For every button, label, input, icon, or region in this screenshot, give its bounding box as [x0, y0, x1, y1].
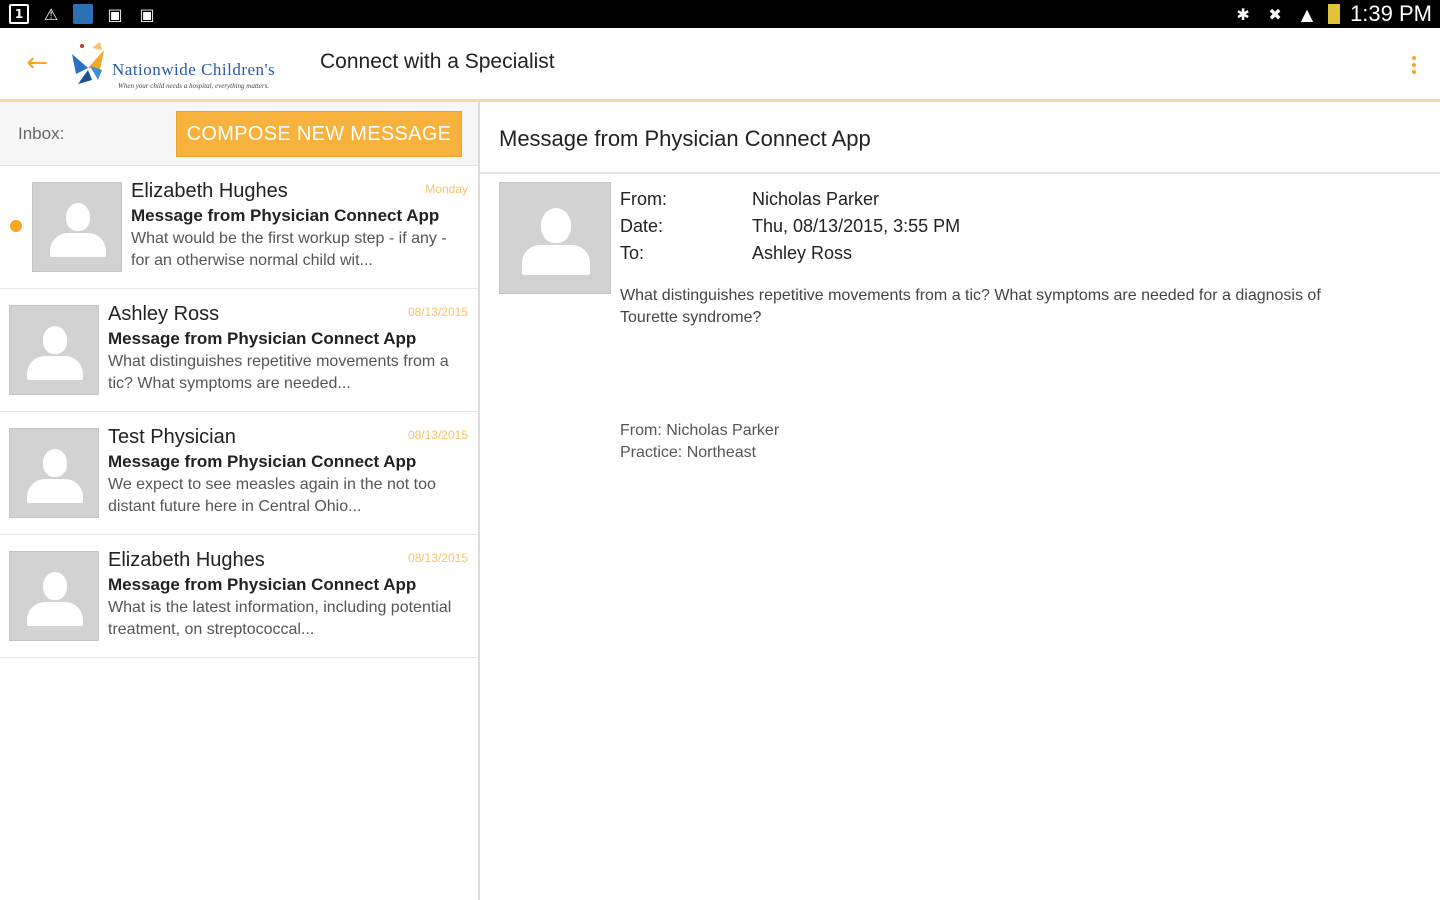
status-bar-system: ✱ ✖ ▲ 1:39 PM [1232, 0, 1432, 28]
message-subject: Message from Physician Connect App [108, 452, 417, 471]
from-row: From: Nicholas Parker [620, 186, 960, 213]
message-list-item[interactable]: Elizabeth Hughes Monday Message from Phy… [0, 166, 478, 289]
message-preview: What distinguishes repetitive movements … [108, 353, 449, 392]
status-bar-notifications: 1 ⚠ ▣ ▣ [8, 3, 158, 25]
warning-icon: ⚠ [43, 4, 59, 24]
message-preview: What is the latest information, includin… [108, 599, 452, 638]
message-sender: Elizabeth Hughes [131, 180, 288, 202]
to-value: Ashley Ross [752, 243, 853, 263]
message-list-item[interactable]: Ashley Ross 08/13/2015 Message from Phys… [0, 289, 478, 412]
status-bar: 1 ⚠ ▣ ▣ ✱ ✖ ▲ 1:39 PM [0, 0, 1440, 28]
logo-tagline: When your child needs a hospital, everyt… [118, 82, 270, 90]
mute-icon: ✖ [1268, 4, 1282, 24]
nationwide-childrens-logo: Nationwide Children's When your child ne… [66, 36, 310, 92]
camera-icon: ▣ [139, 4, 155, 24]
battery-icon [1328, 4, 1341, 24]
message-preview: What would be the first workup step - if… [131, 230, 447, 269]
message-date: 08/13/2015 [407, 551, 468, 565]
avatar [32, 182, 122, 272]
signature-from: From: Nicholas Parker [620, 422, 780, 439]
message-meta: From: Nicholas Parker Date: Thu, 08/13/2… [620, 186, 960, 267]
inbox-header: Inbox: COMPOSE NEW MESSAGE [0, 102, 478, 166]
notification-1-icon: 1 [8, 3, 30, 25]
back-arrow-icon[interactable]: ← [22, 48, 52, 78]
message-list: Elizabeth Hughes Monday Message from Phy… [0, 166, 478, 658]
overflow-menu-icon[interactable] [1402, 48, 1426, 82]
inbox-pane: Inbox: COMPOSE NEW MESSAGE Elizabeth Hug… [0, 102, 480, 900]
news-icon [72, 3, 94, 25]
signature-practice: Practice: Northeast [620, 444, 757, 461]
message-date: 08/13/2015 [407, 305, 468, 319]
message-detail-header: Message from Physician Connect App [480, 102, 1440, 174]
message-content: Elizabeth Hughes 08/13/2015 Message from… [108, 547, 468, 641]
message-content: Ashley Ross 08/13/2015 Message from Phys… [108, 301, 468, 395]
date-label: Date: [620, 216, 664, 236]
logo-text: Nationwide Children's [112, 60, 276, 79]
message-subject: Message from Physician Connect App [108, 329, 417, 348]
bluetooth-icon: ✱ [1236, 4, 1250, 24]
message-list-item[interactable]: Test Physician 08/13/2015 Message from P… [0, 412, 478, 535]
message-list-item[interactable]: Elizabeth Hughes 08/13/2015 Message from… [0, 535, 478, 658]
butterfly-logo-icon [72, 42, 104, 84]
message-preview: We expect to see measles again in the no… [108, 476, 436, 515]
unread-indicator [10, 220, 22, 232]
message-detail-title: Message from Physician Connect App [499, 126, 871, 151]
wifi-icon: ▲ [1300, 4, 1314, 24]
avatar [9, 305, 99, 395]
date-value: Thu, 08/13/2015, 3:55 PM [752, 216, 961, 236]
message-date: 08/13/2015 [407, 428, 468, 442]
message-signature: From: Nicholas Parker Practice: Northeas… [620, 420, 779, 464]
message-detail-pane: Message from Physician Connect App From:… [480, 102, 1440, 900]
date-row: Date: Thu, 08/13/2015, 3:55 PM [620, 213, 960, 240]
inbox-label: Inbox: [18, 124, 65, 143]
message-subject: Message from Physician Connect App [108, 575, 417, 594]
message-subject: Message from Physician Connect App [131, 206, 440, 225]
app-title: Connect with a Specialist [320, 50, 555, 73]
action-bar: ← Nationwide Children's When your child … [0, 28, 1440, 102]
avatar [9, 551, 99, 641]
avatar [9, 428, 99, 518]
sender-avatar [499, 182, 611, 294]
to-label: To: [620, 243, 645, 263]
message-body: What distinguishes repetitive movements … [620, 287, 1321, 326]
compose-new-message-button[interactable]: COMPOSE NEW MESSAGE [176, 111, 462, 157]
from-value: Nicholas Parker [752, 189, 880, 209]
message-date: Monday [425, 182, 468, 196]
message-content: Test Physician 08/13/2015 Message from P… [108, 424, 468, 518]
message-content: Elizabeth Hughes Monday Message from Phy… [131, 178, 468, 272]
clock: 1:39 PM [1350, 1, 1432, 26]
to-row: To: Ashley Ross [620, 240, 960, 267]
from-label: From: [620, 189, 667, 209]
camera-icon: ▣ [107, 4, 123, 24]
